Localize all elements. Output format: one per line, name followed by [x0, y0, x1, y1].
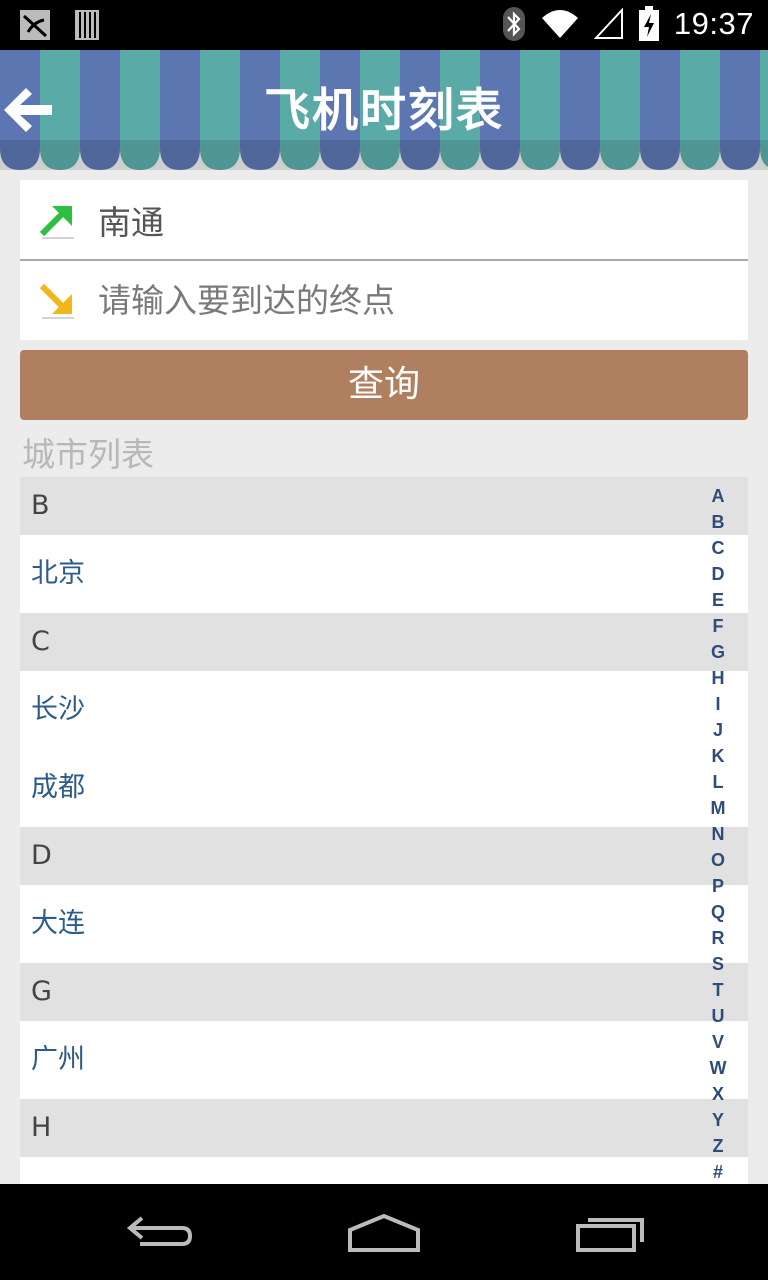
- index-letter[interactable]: F: [713, 613, 724, 639]
- city-item[interactable]: 长沙: [20, 671, 748, 749]
- signal-icon: [593, 8, 623, 39]
- city-item[interactable]: 广州: [20, 1021, 748, 1099]
- index-letter[interactable]: L: [713, 769, 724, 795]
- status-bar: 19:37: [0, 0, 768, 50]
- battery-icon: [638, 6, 659, 41]
- arrival-row: [20, 260, 748, 340]
- section-header-c: C: [20, 613, 748, 671]
- index-letter[interactable]: D: [712, 561, 725, 587]
- index-letter[interactable]: P: [712, 873, 724, 899]
- city-item[interactable]: 北京: [20, 535, 748, 613]
- clock: 19:37: [673, 6, 754, 41]
- index-letter[interactable]: #: [713, 1159, 723, 1185]
- query-button[interactable]: 查询: [20, 350, 748, 420]
- index-letter[interactable]: I: [715, 691, 720, 717]
- index-letter[interactable]: Z: [713, 1133, 724, 1159]
- section-header-b: B: [20, 477, 748, 535]
- nav-recent-button[interactable]: [572, 1208, 652, 1256]
- arrival-arrow-icon: [39, 283, 74, 319]
- section-header-d: D: [20, 827, 748, 885]
- index-letter[interactable]: J: [713, 717, 723, 743]
- index-letter[interactable]: S: [712, 951, 724, 977]
- index-letter[interactable]: T: [713, 977, 724, 1003]
- index-letter[interactable]: Q: [711, 899, 725, 925]
- wifi-icon: [541, 10, 578, 38]
- departure-arrow-icon: [39, 205, 74, 238]
- awning-background: [0, 50, 768, 170]
- home-icon: [348, 1213, 420, 1252]
- back-button[interactable]: [0, 84, 60, 136]
- index-letter[interactable]: Y: [712, 1107, 724, 1133]
- arrival-input[interactable]: [98, 280, 698, 320]
- city-list[interactable]: B 北京 C 长沙 成都 D 大连 G 广州 H: [20, 477, 748, 1184]
- nav-back-button[interactable]: [120, 1208, 200, 1256]
- nav-home-button[interactable]: [344, 1208, 424, 1256]
- title-bar: 飞机时刻表: [0, 50, 768, 170]
- section-header-h: H: [20, 1099, 748, 1157]
- index-letter[interactable]: M: [711, 795, 726, 821]
- route-input-card: [20, 180, 748, 340]
- city-item[interactable]: 大连: [20, 885, 748, 963]
- recent-apps-icon: [576, 1218, 644, 1252]
- index-letter[interactable]: C: [712, 535, 725, 561]
- index-letter[interactable]: G: [711, 639, 725, 665]
- navigation-bar: [0, 1184, 768, 1280]
- index-letter[interactable]: A: [712, 483, 725, 509]
- section-header-g: G: [20, 963, 748, 1021]
- alphabet-index[interactable]: A B C D E F G H I J K L M N O P Q R S T U V W X Y Z #: [704, 483, 732, 1185]
- sim-icon: [75, 10, 99, 40]
- index-letter[interactable]: H: [712, 665, 725, 691]
- notification-icon: [20, 10, 50, 40]
- city-item[interactable]: 成都: [20, 749, 748, 827]
- back-icon: [126, 1216, 193, 1246]
- index-letter[interactable]: U: [712, 1003, 725, 1029]
- index-letter[interactable]: K: [712, 743, 725, 769]
- departure-row: [20, 180, 748, 261]
- index-letter[interactable]: R: [712, 925, 725, 951]
- index-letter[interactable]: E: [712, 587, 724, 613]
- bluetooth-icon: [502, 7, 525, 41]
- index-letter[interactable]: N: [712, 821, 725, 847]
- index-letter[interactable]: V: [712, 1029, 724, 1055]
- back-arrow-icon: [4, 88, 52, 132]
- departure-input[interactable]: [98, 200, 698, 239]
- index-letter[interactable]: X: [712, 1081, 724, 1107]
- index-letter[interactable]: W: [710, 1055, 727, 1081]
- index-letter[interactable]: B: [712, 509, 725, 535]
- index-letter[interactable]: O: [711, 847, 725, 873]
- city-list-label: 城市列表: [22, 435, 154, 474]
